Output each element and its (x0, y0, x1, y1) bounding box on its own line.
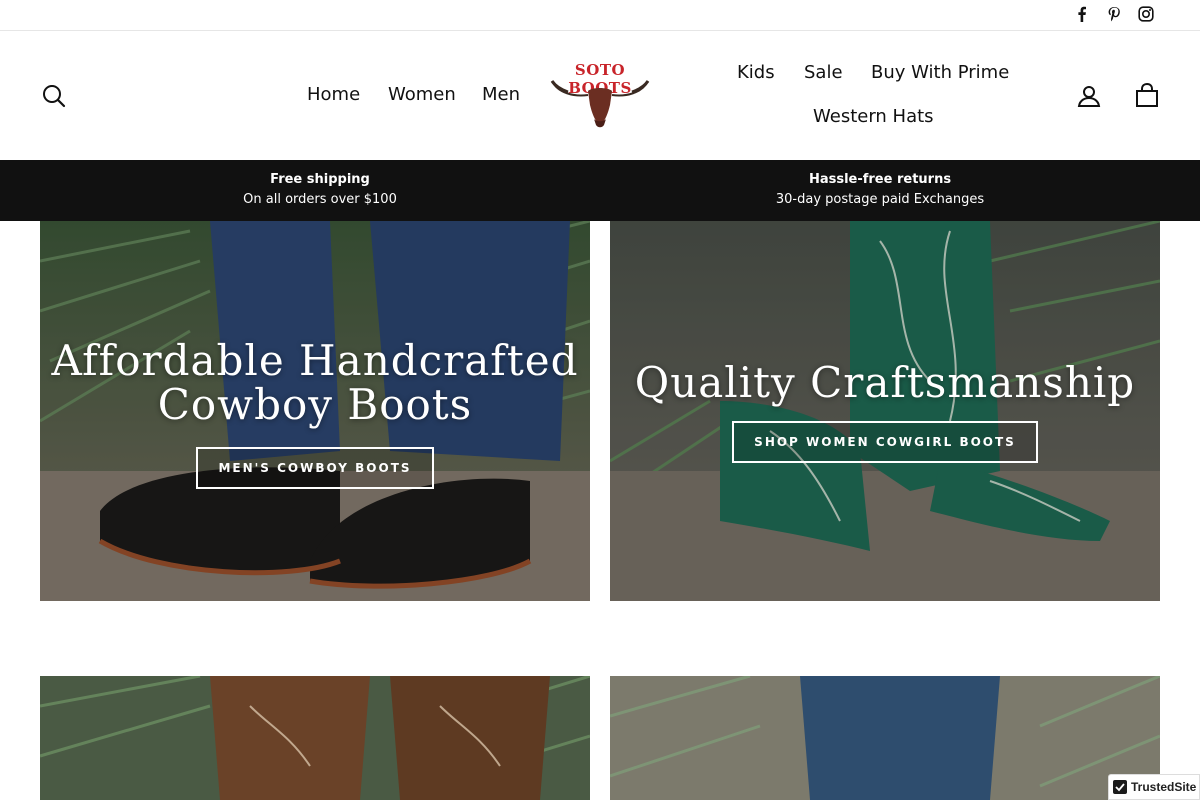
trustedsite-badge[interactable]: TrustedSite (1108, 774, 1200, 800)
promo-tile-lower-right[interactable] (610, 676, 1160, 800)
promo-tile-lower-left[interactable] (40, 676, 590, 800)
nav-men[interactable]: Men (482, 84, 520, 105)
pinterest-icon[interactable] (1104, 4, 1124, 24)
longhorn-logo-icon (550, 80, 650, 128)
cart-icon[interactable] (1134, 82, 1160, 108)
announcement-subtitle: On all orders over $100 (243, 192, 397, 207)
announcement-shipping: Free shipping On all orders over $100 (20, 170, 620, 210)
promo-tile-mens[interactable]: Affordable Handcrafted Cowboy Boots MEN'… (40, 221, 590, 601)
announcement-title: Hassle-free returns (808, 172, 952, 187)
nav-sale[interactable]: Sale (804, 62, 843, 83)
site-logo[interactable]: SOTO BOOTS (548, 61, 652, 131)
nav-women[interactable]: Women (388, 84, 456, 105)
social-links (1072, 4, 1156, 24)
nav-buy-with-prime[interactable]: Buy With Prime (871, 62, 1009, 83)
announcement-subtitle: 30-day postage paid Exchanges (775, 192, 985, 207)
instagram-icon[interactable] (1136, 4, 1156, 24)
trustedsite-label: TrustedSite (1131, 780, 1197, 794)
promo-title-line2: Cowboy Boots (157, 380, 473, 429)
promo-title-line1: Quality Craftsmanship (634, 358, 1136, 407)
user-icon[interactable] (1076, 83, 1102, 109)
announcement-title: Free shipping (270, 172, 370, 187)
site-header: Home Women Men SOTO BOOTS Kids Sale Buy … (0, 31, 1200, 160)
top-bar (0, 0, 1200, 31)
announcement-returns: Hassle-free returns 30-day postage paid … (580, 170, 1180, 210)
shop-women-cowgirl-boots-button[interactable]: SHOP WOMEN COWGIRL BOOTS (732, 421, 1038, 463)
facebook-icon[interactable] (1072, 4, 1092, 24)
promo-title-line1: Affordable Handcrafted (51, 336, 579, 385)
denim-boots-photo (610, 676, 1160, 800)
promo-tile-womens[interactable]: Quality Craftsmanship SHOP WOMEN COWGIRL… (610, 221, 1160, 601)
mens-cowboy-boots-button[interactable]: MEN'S COWBOY BOOTS (196, 447, 434, 489)
search-icon[interactable] (41, 83, 67, 109)
brown-boots-photo (40, 676, 590, 800)
nav-western-hats[interactable]: Western Hats (813, 106, 934, 127)
check-icon (1113, 780, 1127, 794)
nav-home[interactable]: Home (307, 84, 360, 105)
nav-kids[interactable]: Kids (737, 62, 775, 83)
announcement-bar: Free shipping On all orders over $100 Ha… (0, 160, 1200, 221)
